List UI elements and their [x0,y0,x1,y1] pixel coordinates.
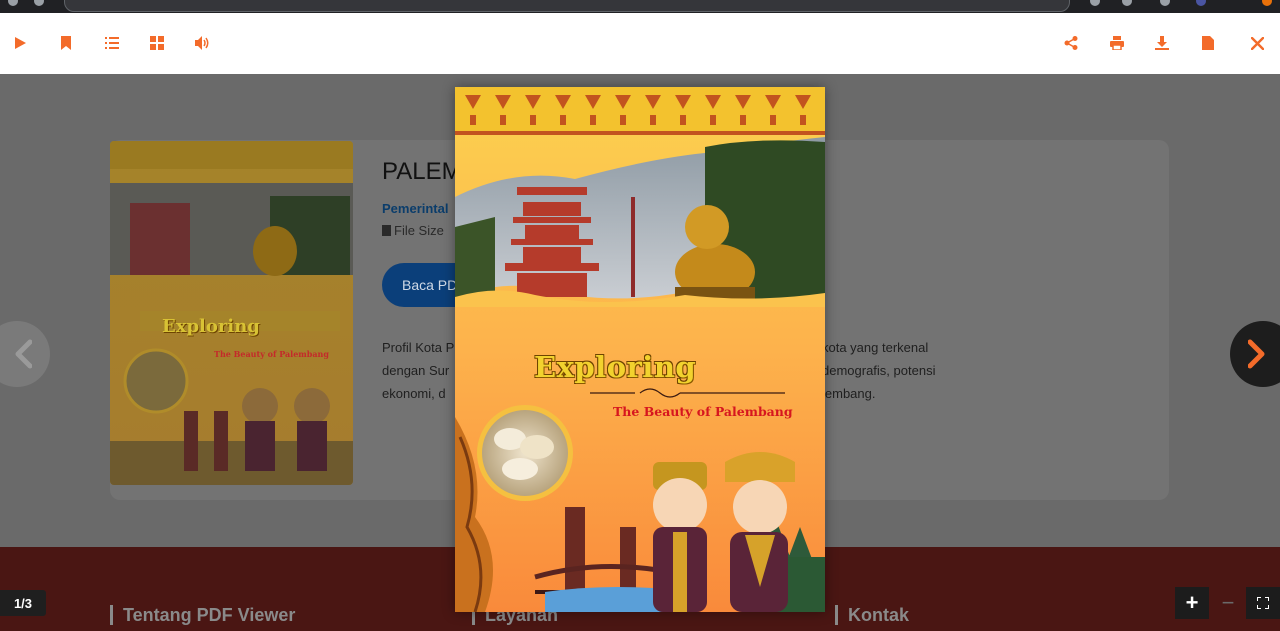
page-counter: 1/3 [0,590,46,616]
extension-icon[interactable] [1122,0,1132,6]
pdf-page-cover[interactable]: Exploring The Beauty of Palembang [455,87,825,612]
address-bar[interactable] [64,0,1070,12]
site-info-icon[interactable] [34,0,44,6]
description-line: kota yang terkenal [822,340,929,355]
cover-subtitle: The Beauty of Palembang [613,404,793,419]
print-icon [1110,36,1124,50]
thumbnails-button[interactable] [147,33,167,53]
zoom-out-button[interactable]: − [1211,587,1245,619]
fullscreen-button[interactable] [1246,587,1280,619]
extension-icon[interactable] [1090,0,1100,6]
description-left: Profil Kota P dengan Sur ekonomi, d [382,336,454,405]
zoom-in-button[interactable]: + [1175,587,1209,619]
sound-button[interactable] [193,33,213,53]
play-button[interactable] [10,33,30,53]
footer-heading-contact: Kontak [835,605,909,625]
description-line: demografis, potensi [822,363,936,378]
cover-thumbnail-art [110,141,353,485]
close-button[interactable] [1247,33,1267,53]
document-button[interactable] [1198,33,1218,53]
footer-heading-about: Tentang PDF Viewer [110,605,295,625]
download-button[interactable] [1152,33,1172,53]
list-icon [105,37,119,49]
file-icon [382,225,391,236]
fullscreen-icon [1257,597,1269,609]
share-button[interactable] [1061,33,1081,53]
document-publisher[interactable]: Pemerintal [382,201,448,216]
extension-icon[interactable] [1160,0,1170,6]
chevron-right-icon [1248,339,1265,369]
thumbnail-subtitle: The Beauty of Palembang [214,349,329,359]
description-line: dengan Sur [382,363,450,378]
print-button[interactable] [1107,33,1127,53]
description-line: ekonomi, d [382,386,446,401]
file-size-info: File Size [382,223,444,238]
cover-title: Exploring [534,350,697,384]
description-right: kota yang terkenal demografis, potensi l… [822,336,935,405]
download-icon [1155,36,1169,50]
description-line: Profil Kota P [382,340,455,355]
profile-avatar[interactable] [1196,0,1206,6]
bookmark-button[interactable] [56,33,76,53]
table-of-contents-button[interactable] [102,33,122,53]
volume-icon [195,36,209,50]
browser-button-icon[interactable] [8,0,18,6]
file-icon [1202,36,1214,50]
bookmark-icon [61,36,71,50]
thumbnail-title: Exploring [162,316,260,337]
viewer-toolbar [0,13,1280,74]
grid-icon [150,36,164,50]
chevron-left-icon [15,339,32,369]
play-icon [15,37,26,49]
document-thumbnail[interactable]: Exploring The Beauty of Palembang [110,141,353,485]
browser-top-bar [0,0,1280,13]
file-size-label: File Size [394,223,444,238]
document-title: PALEM [382,158,462,185]
description-line: lembang. [822,386,876,401]
close-icon [1250,36,1264,50]
menu-icon[interactable] [1262,0,1272,6]
share-icon [1064,36,1078,50]
